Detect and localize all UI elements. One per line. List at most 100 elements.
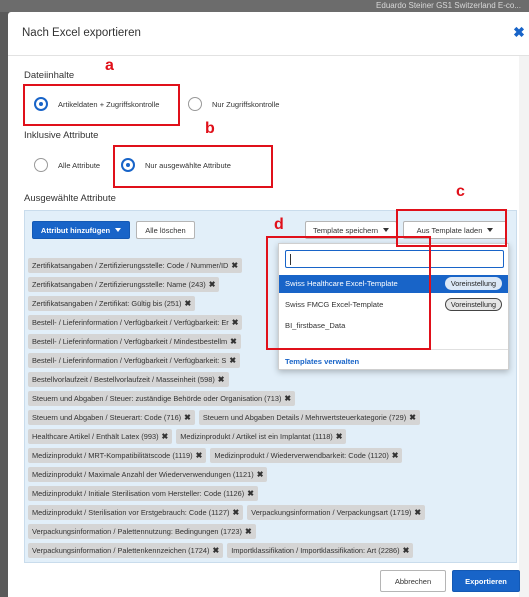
attribute-tag: Bestell- / Lieferinformation / Verfügbar… — [28, 315, 243, 330]
default-badge: Voreinstellung — [444, 298, 502, 311]
tag-remove-icon[interactable]: ✖ — [209, 280, 216, 289]
tag-remove-icon[interactable]: ✖ — [336, 432, 343, 441]
tag-remove-icon[interactable]: ✖ — [392, 451, 399, 460]
attribute-tag-label: Zertifikatsangaben / Zertifizierungsstel… — [32, 261, 229, 270]
attribute-tag: Medizinprodukt / MRT-Kompatibilitätscode… — [28, 448, 207, 463]
tag-remove-icon[interactable]: ✖ — [414, 508, 421, 517]
tag-remove-icon[interactable]: ✖ — [284, 394, 291, 403]
attribute-tag: Importklassifikation / Importklassifikat… — [227, 543, 414, 558]
attribute-tag-label: Medizinprodukt / Maximale Anzahl der Wie… — [32, 470, 254, 479]
attribute-tag: Steuern und Abgaben Details / Mehrwertst… — [198, 410, 420, 425]
attribute-tag-label: Zertifikatsangaben / Zertifizierungsstel… — [32, 280, 206, 289]
attribute-tag-label: Verpackungsinformation / Palettenkennzei… — [32, 546, 210, 555]
save-template-label: Template speichern — [312, 225, 379, 235]
annotation-label-a: a — [105, 57, 114, 74]
tag-remove-icon[interactable]: ✖ — [162, 432, 169, 441]
attribute-tag: Steuern und Abgaben / Steuerart: Code (7… — [28, 410, 195, 425]
attribute-tag: Steuern und Abgaben / Steuer: zuständige… — [28, 391, 296, 406]
radio-circle-selected[interactable] — [34, 97, 48, 111]
radio-circle-selected[interactable] — [121, 158, 135, 172]
tag-row: Steuern und Abgaben / Steuer: zuständige… — [28, 391, 516, 406]
tag-remove-icon[interactable]: ✖ — [196, 451, 203, 460]
file-content-heading: Dateiinhalte — [24, 70, 75, 81]
export-modal: Nach Excel exportieren ✖ Dateiinhalte Ar… — [8, 12, 529, 597]
attribute-tag-label: Importklassifikation / Importklassifikat… — [231, 546, 400, 555]
radio-circle[interactable] — [188, 97, 202, 111]
modal-footer: Abbrechen Exportieren — [8, 563, 529, 597]
tag-row: Medizinprodukt / Initiale Sterilisation … — [28, 486, 516, 501]
tag-remove-icon[interactable]: ✖ — [230, 337, 237, 346]
attribute-tag-label: Verpackungsinformation / Palettennutzung… — [32, 527, 242, 536]
template-option-fmcg[interactable]: Swiss FMCG Excel-Template Voreinstellung — [279, 296, 508, 314]
add-attribute-button[interactable]: Attribut hinzufügen — [32, 221, 130, 239]
tag-remove-icon[interactable]: ✖ — [403, 546, 410, 555]
tag-row: Verpackungsinformation / Palettennutzung… — [28, 524, 516, 539]
load-template-button[interactable]: Aus Template laden — [403, 221, 507, 239]
modal-title: Nach Excel exportieren — [22, 27, 141, 39]
tag-row: Verpackungsinformation / Palettenkennzei… — [28, 543, 516, 558]
tag-remove-icon[interactable]: ✖ — [409, 413, 416, 422]
template-option-healthcare[interactable]: Swiss Healthcare Excel-Template Voreinst… — [279, 275, 508, 293]
tag-remove-icon[interactable]: ✖ — [184, 413, 191, 422]
tag-remove-icon[interactable]: ✖ — [218, 375, 225, 384]
attribute-tag-label: Healthcare Artikel / Enthält Latex (993) — [32, 432, 159, 441]
tag-remove-icon[interactable]: ✖ — [247, 489, 254, 498]
attribute-tag: Verpackungsinformation / Verpackungsart … — [247, 505, 426, 520]
tag-remove-icon[interactable]: ✖ — [232, 318, 239, 327]
dropdown-divider — [279, 349, 508, 350]
template-option-label: Swiss Healthcare Excel-Template — [285, 279, 398, 288]
tag-remove-icon[interactable]: ✖ — [232, 508, 239, 517]
close-icon[interactable]: ✖ — [512, 25, 526, 39]
attribute-tag-label: Zertifikatsangaben / Zertifikat: Gültig … — [32, 299, 182, 308]
attribute-tag: Medizinprodukt / Sterilisation vor Erstg… — [28, 505, 244, 520]
attribute-tag: Zertifikatsangaben / Zertifizierungsstel… — [28, 258, 243, 273]
text-cursor — [290, 254, 291, 265]
tag-remove-icon[interactable]: ✖ — [231, 261, 238, 270]
attribute-tag-label: Medizinprodukt / Sterilisation vor Erstg… — [32, 508, 230, 517]
attribute-tag: Medizinprodukt / Artikel ist ein Implant… — [176, 429, 347, 444]
attribute-tag: Healthcare Artikel / Enthält Latex (993)… — [28, 429, 173, 444]
radio-selected-attributes[interactable]: Nur ausgewählte Attribute — [121, 158, 231, 172]
attribute-tag-label: Steuern und Abgaben / Steuerart: Code (7… — [32, 413, 182, 422]
default-badge: Voreinstellung — [444, 277, 502, 290]
radio-all-attributes[interactable]: Alle Attribute — [34, 158, 100, 172]
export-button[interactable]: Exportieren — [452, 570, 520, 592]
annotation-label-d: d — [274, 216, 284, 233]
tag-remove-icon[interactable]: ✖ — [245, 527, 252, 536]
tag-row: Medizinprodukt / Maximale Anzahl der Wie… — [28, 467, 516, 482]
background-app-bar: Eduardo Steiner GS1 Switzerland E-co... — [0, 0, 529, 12]
attribute-tag-label: Bestell- / Lieferinformation / Verfügbar… — [32, 318, 229, 327]
save-template-button[interactable]: Template speichern — [305, 221, 397, 239]
clear-all-button[interactable]: Alle löschen — [136, 221, 195, 239]
attribute-tag-label: Bestell- / Lieferinformation / Verfügbar… — [32, 356, 227, 365]
attribute-tag-label: Bestellvorlaufzeit / Bestellvorlaufzeit … — [32, 375, 215, 384]
tag-remove-icon[interactable]: ✖ — [213, 546, 220, 555]
radio-circle[interactable] — [34, 158, 48, 172]
template-option-label: BI_firstbase_Data — [285, 321, 346, 330]
radio-access-only[interactable]: Nur Zugriffskontrolle — [188, 97, 279, 111]
attribute-tag-label: Verpackungsinformation / Verpackungsart … — [251, 508, 412, 517]
attribute-tag-label: Medizinprodukt / Wiederverwendbarkeit: C… — [214, 451, 389, 460]
attribute-tag-label: Medizinprodukt / MRT-Kompatibilitätscode… — [32, 451, 193, 460]
radio-article-data-access[interactable]: Artikeldaten + Zugriffskontrolle — [34, 97, 159, 111]
tag-row: Medizinprodukt / MRT-Kompatibilitätscode… — [28, 448, 516, 463]
cancel-button[interactable]: Abbrechen — [380, 570, 446, 592]
chevron-down-icon — [115, 228, 122, 232]
tag-row: Steuern und Abgaben / Steuerart: Code (7… — [28, 410, 516, 425]
attribute-tag: Verpackungsinformation / Palettennutzung… — [28, 524, 256, 539]
tag-remove-icon[interactable]: ✖ — [229, 356, 236, 365]
attribute-tag: Bestellvorlaufzeit / Bestellvorlaufzeit … — [28, 372, 229, 387]
template-search-input[interactable] — [285, 250, 504, 268]
modal-scrollbar[interactable] — [519, 56, 529, 597]
attribute-tag-label: Medizinprodukt / Artikel ist ein Implant… — [180, 432, 333, 441]
template-option-bi-firstbase[interactable]: BI_firstbase_Data — [279, 317, 508, 335]
tag-remove-icon[interactable]: ✖ — [257, 470, 264, 479]
attribute-tag: Zertifikatsangaben / Zertifikat: Gültig … — [28, 296, 196, 311]
radio-label: Nur ausgewählte Attribute — [145, 160, 231, 170]
attribute-tag: Verpackungsinformation / Palettenkennzei… — [28, 543, 224, 558]
tag-remove-icon[interactable]: ✖ — [185, 299, 192, 308]
chevron-down-icon — [383, 228, 390, 232]
attribute-tag: Bestell- / Lieferinformation / Verfügbar… — [28, 353, 241, 368]
tag-row: Bestellvorlaufzeit / Bestellvorlaufzeit … — [28, 372, 516, 387]
manage-templates-link[interactable]: Templates verwalten — [279, 355, 508, 369]
